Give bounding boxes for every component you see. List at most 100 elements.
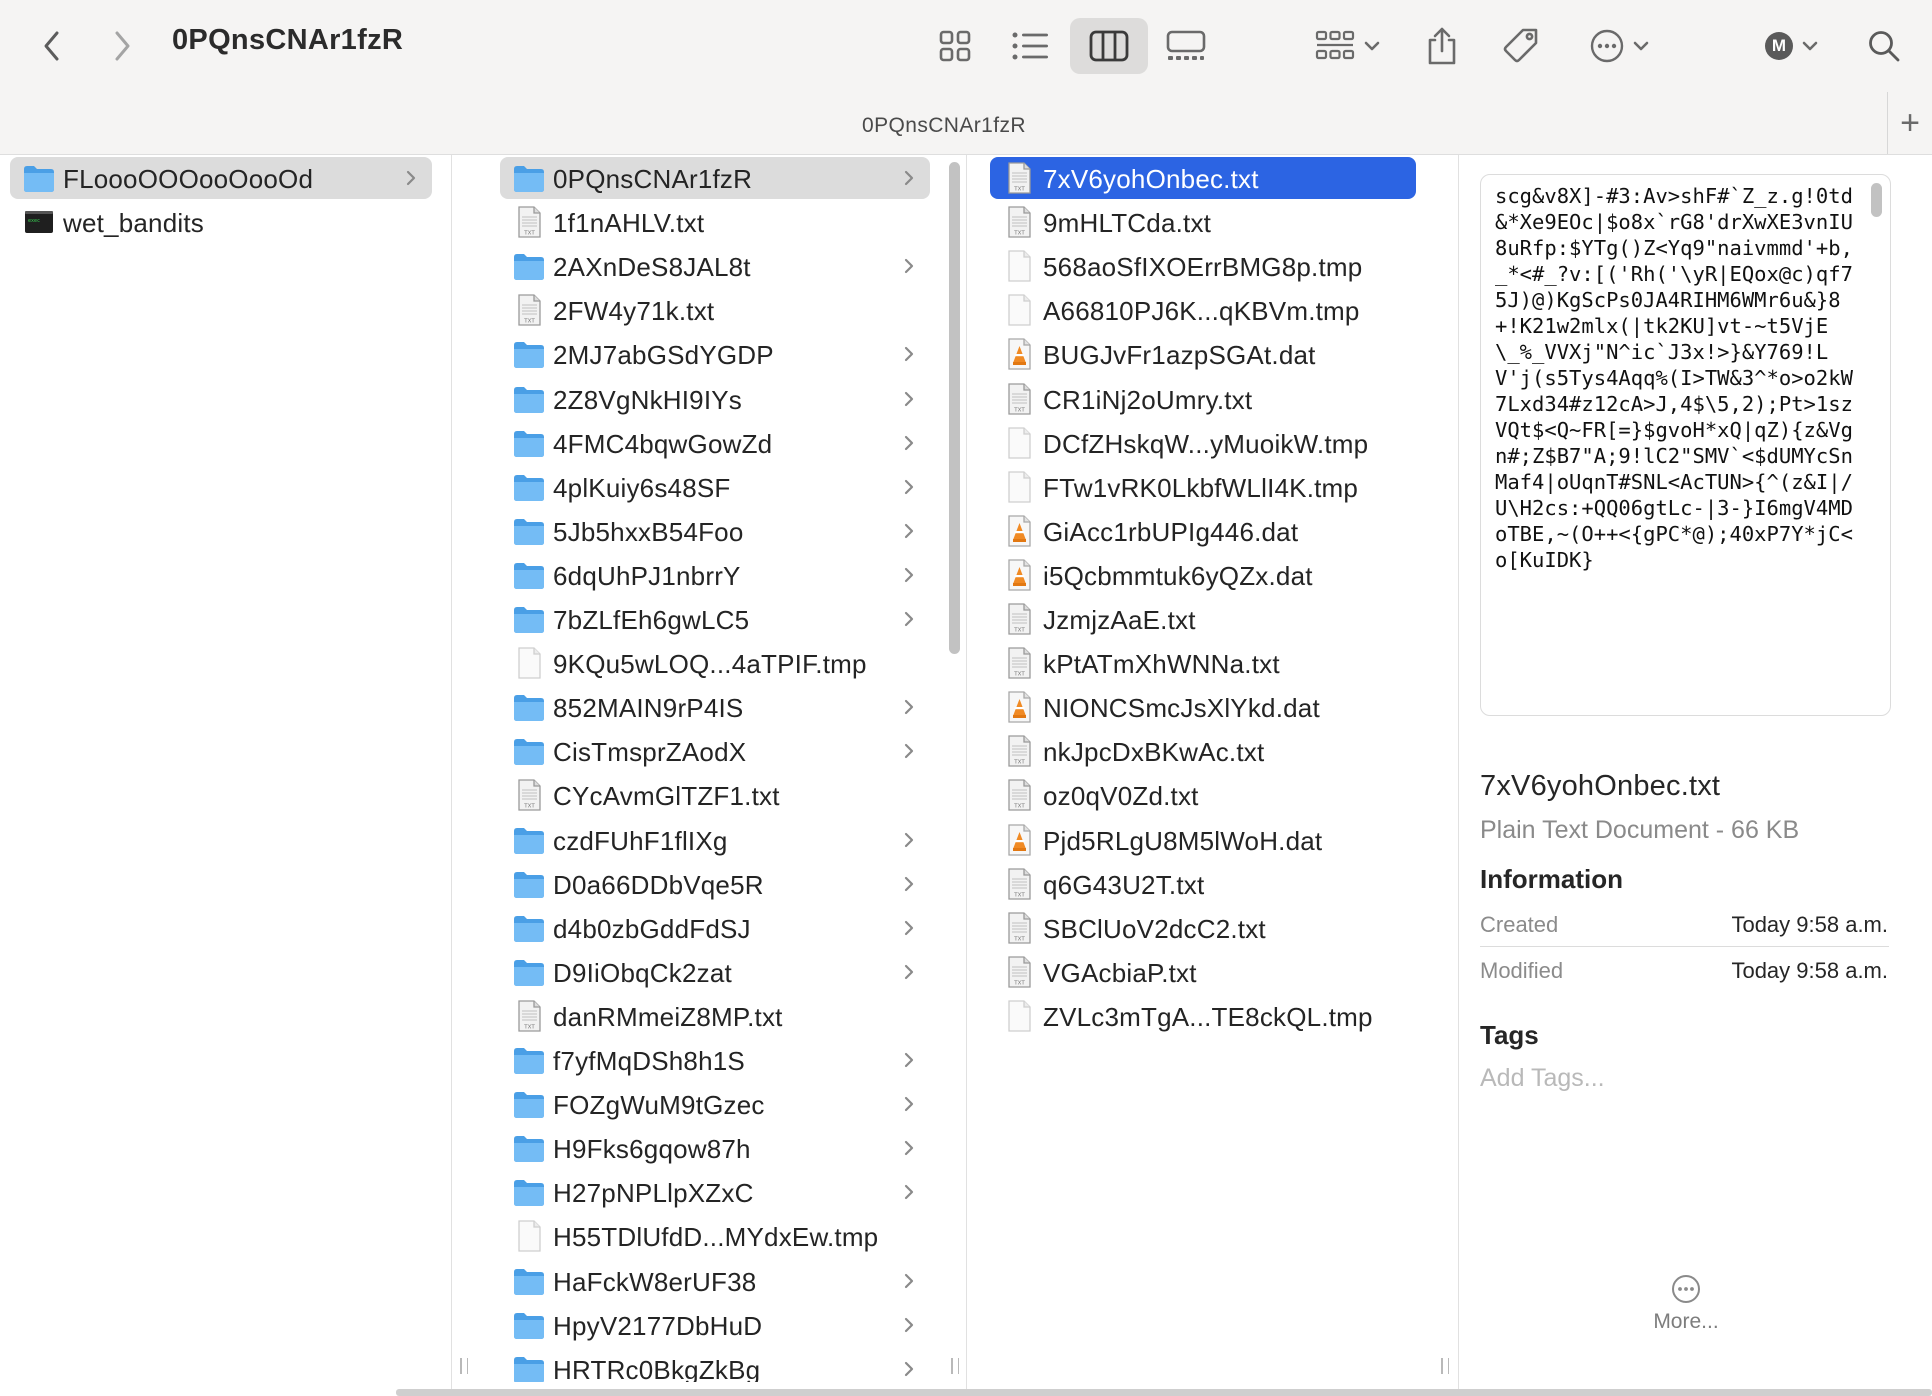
tag-button[interactable] [1498, 20, 1544, 72]
file-row[interactable]: TXT VGAcbiaP.txt [990, 951, 1416, 993]
item-name: SBClUoV2dcC2.txt [1043, 913, 1266, 944]
file-row[interactable]: exec wet_bandits [10, 201, 432, 243]
item-name: FOZgWuM9tGzec [553, 1090, 765, 1121]
column-resize-handle[interactable] [1441, 1358, 1449, 1374]
svg-text:TXT: TXT [523, 804, 535, 810]
share-button[interactable] [1420, 18, 1464, 74]
column-resize-handle[interactable] [460, 1358, 468, 1374]
folder-row[interactable]: 2MJ7abGSdYGDP [500, 333, 930, 375]
item-name: 0PQnsCNAr1fzR [553, 164, 753, 194]
column-2-scrollbar[interactable] [949, 162, 960, 654]
back-button[interactable] [32, 22, 72, 70]
tab-title[interactable]: 0PQnsCNAr1fzR [0, 114, 1888, 138]
forward-button[interactable] [102, 22, 142, 70]
vlc-file-icon [1002, 690, 1036, 724]
item-name: GiAcc1rbUPIg446.dat [1043, 516, 1299, 547]
file-row[interactable]: TXT kPtATmXhWNNa.txt [990, 642, 1416, 684]
file-row[interactable]: TXT 7xV6yohOnbec.txt [990, 157, 1416, 199]
column-divider[interactable] [966, 155, 967, 1396]
column-divider[interactable] [1458, 155, 1459, 1396]
file-row[interactable]: TXT nkJpcDxBKwAc.txt [990, 730, 1416, 772]
file-row[interactable]: TXT oz0qV0Zd.txt [990, 774, 1416, 816]
search-button[interactable] [1862, 20, 1906, 72]
folder-row[interactable]: D0a66DDbVqe5R [500, 863, 930, 905]
icon-view-button[interactable] [932, 20, 978, 72]
list-view-button[interactable] [1004, 20, 1056, 72]
horizontal-scrollbar[interactable] [396, 1389, 1932, 1396]
item-name: 568aoSfIXOErrBMG8p.tmp [1043, 252, 1363, 283]
new-tab-button[interactable]: + [1887, 92, 1932, 154]
column-2: 0PQnsCNAr1fzR TXT 1f1nAHLV.txt 2AXnDeS8JAL8… [490, 155, 946, 1382]
action-menu-button[interactable] [1584, 20, 1656, 72]
column-resize-handle[interactable] [951, 1358, 959, 1374]
folder-row[interactable]: CisTmsprZAodX [500, 730, 930, 772]
file-row[interactable]: ZVLc3mTgA...TE8ckQL.tmp [990, 995, 1416, 1037]
file-row[interactable]: GiAcc1rbUPIg446.dat [990, 510, 1416, 552]
folder-row[interactable]: HpyV2177DbHuD [500, 1304, 930, 1346]
file-row[interactable]: TXT SBClUoV2dcC2.txt [990, 907, 1416, 949]
folder-row[interactable]: FLoooOOOooOooOd [10, 157, 432, 199]
file-row[interactable]: FTw1vRK0LkbfWLlI4K.tmp [990, 466, 1416, 508]
folder-row[interactable]: 2Z8VgNkHI9IYs [500, 378, 930, 420]
folder-row[interactable]: 4FMC4bqwGowZd [500, 422, 930, 464]
item-name: 852MAIN9rP4IS [553, 693, 744, 724]
file-row[interactable]: A66810PJ6K...qKBVm.tmp [990, 289, 1416, 331]
group-button[interactable] [1308, 20, 1388, 72]
folder-row[interactable]: 852MAIN9rP4IS [500, 686, 930, 728]
folder-row[interactable]: 7bZLfEh6gwLC5 [500, 598, 930, 640]
folder-icon [22, 161, 56, 195]
folder-row[interactable]: 4plKuiy6s48SF [500, 466, 930, 508]
file-row[interactable]: TXT danRMmeiZ8MP.txt [500, 995, 930, 1037]
search-icon [1869, 31, 1900, 62]
folder-row[interactable]: HaFckW8erUF38 [500, 1260, 930, 1302]
folder-row[interactable]: f7yfMqDSh8h1S [500, 1039, 930, 1081]
more-button[interactable]: More... [1632, 1274, 1740, 1334]
file-row[interactable]: 9KQu5wLOQ...4aTPIF.tmp [500, 642, 930, 684]
file-row[interactable]: TXT CR1iNj2oUmry.txt [990, 378, 1416, 420]
folder-row[interactable]: D9IiObqCk2zat [500, 951, 930, 993]
file-preview[interactable]: scg&v8X]-#3:Av>shF#`Z_z.g!0td&*Xe9EOc|$o… [1480, 174, 1891, 716]
folder-row[interactable]: 0PQnsCNAr1fzR [500, 157, 930, 199]
file-row[interactable]: TXT JzmjzAaE.txt [990, 598, 1416, 640]
item-name: i5Qcbmmtuk6yQZx.dat [1043, 560, 1313, 591]
created-value: Today 9:58 a.m. [1731, 912, 1888, 937]
add-tags-field[interactable]: Add Tags... [1480, 1064, 1605, 1093]
user-menu-button[interactable]: M [1760, 20, 1824, 72]
file-row[interactable]: 568aoSfIXOErrBMG8p.tmp [990, 245, 1416, 287]
gallery-view-button[interactable] [1160, 20, 1212, 72]
item-name: HaFckW8erUF38 [553, 1266, 757, 1297]
column-view-button[interactable] [1070, 18, 1148, 74]
file-row[interactable]: BUGJvFr1azpSGAt.dat [990, 333, 1416, 375]
item-name: FLoooOOOooOooOd [63, 164, 314, 194]
file-row[interactable]: TXT q6G43U2T.txt [990, 863, 1416, 905]
file-row[interactable]: DCfZHskqW...yMuoikW.tmp [990, 422, 1416, 464]
text-file-icon: TXT [512, 778, 546, 812]
chevron-right-icon [902, 255, 916, 282]
folder-row[interactable]: HRTRc0BkgZkBg [500, 1348, 930, 1382]
preview-scrollbar[interactable] [1871, 183, 1882, 217]
svg-text:TXT: TXT [1013, 936, 1025, 942]
file-row[interactable]: Pjd5RLgU8M5lWoH.dat [990, 819, 1416, 861]
folder-row[interactable]: FOZgWuM9tGzec [500, 1083, 930, 1125]
folder-row[interactable]: 6dqUhPJ1nbrrY [500, 554, 930, 596]
column-divider[interactable] [451, 155, 452, 1396]
folder-row[interactable]: H9Fks6gqow87h [500, 1127, 930, 1169]
file-row[interactable]: H55TDlUfdD...MYdxEw.tmp [500, 1215, 930, 1257]
folder-row[interactable]: 2AXnDeS8JAL8t [500, 245, 930, 287]
folder-row[interactable]: d4b0zbGddFdSJ [500, 907, 930, 949]
blank-file-icon [512, 646, 546, 680]
more-icon [1590, 29, 1624, 63]
file-row[interactable]: TXT CYcAvmGlTZF1.txt [500, 774, 930, 816]
file-row[interactable]: TXT 9mHLTCda.txt [990, 201, 1416, 243]
svg-text:TXT: TXT [1013, 892, 1025, 898]
file-row[interactable]: i5Qcbmmtuk6yQZx.dat [990, 554, 1416, 596]
file-row[interactable]: TXT 2FW4y71k.txt [500, 289, 930, 331]
folder-row[interactable]: 5Jb5hxxB54Foo [500, 510, 930, 552]
folder-row[interactable]: czdFUhF1flIXg [500, 819, 930, 861]
column-view-icon [1089, 30, 1129, 62]
file-row[interactable]: NIONCSmcJsXlYkd.dat [990, 686, 1416, 728]
file-row[interactable]: TXT 1f1nAHLV.txt [500, 201, 930, 243]
folder-row[interactable]: H27pNPLlpXZxC [500, 1171, 930, 1213]
text-file-icon: TXT [1002, 867, 1036, 901]
item-name: oz0qV0Zd.txt [1043, 781, 1199, 812]
